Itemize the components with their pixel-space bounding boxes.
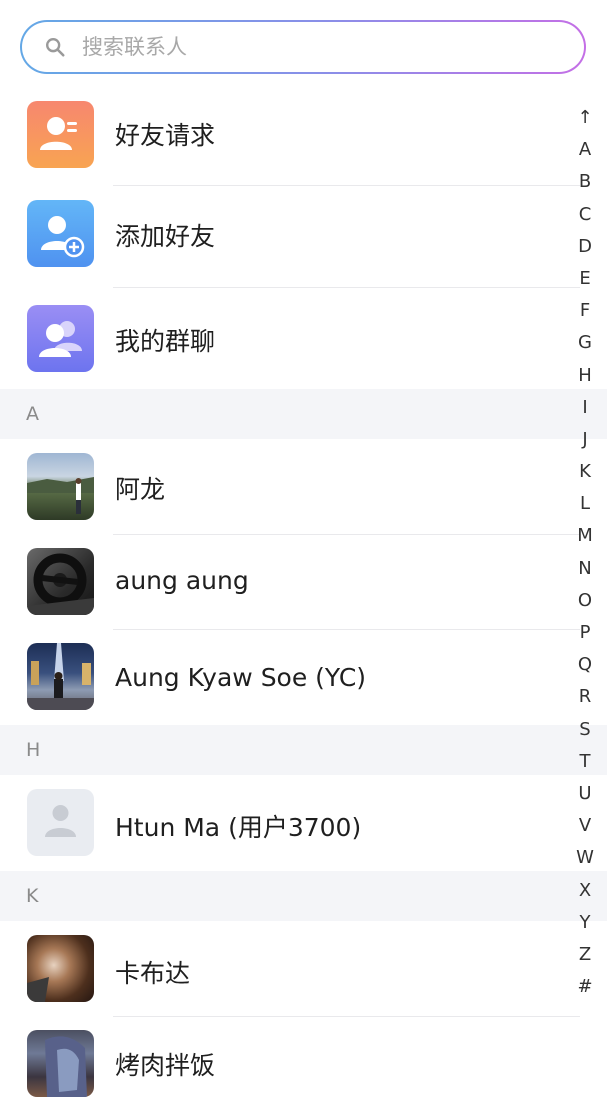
index-letter[interactable]: U <box>566 778 604 810</box>
divider <box>113 629 580 630</box>
index-letter[interactable]: F <box>566 295 604 327</box>
search-input[interactable] <box>82 35 522 59</box>
contact-avatar <box>27 935 94 1002</box>
index-letter[interactable]: K <box>566 456 604 488</box>
index-letter[interactable]: A <box>566 134 604 166</box>
contact-row[interactable]: Htun Ma (用户3700) <box>0 776 607 870</box>
index-letter[interactable]: M <box>566 520 604 552</box>
contact-row[interactable]: aung aung <box>0 537 607 627</box>
group-chat-row[interactable]: 我的群聊 <box>0 298 607 378</box>
section-header-a: A <box>0 389 607 439</box>
index-letter[interactable]: R <box>566 681 604 713</box>
contact-name: 烤肉拌饭 <box>115 1051 216 1080</box>
search-bar[interactable] <box>20 20 586 74</box>
index-letter[interactable]: G <box>566 327 604 359</box>
index-letter[interactable]: J <box>566 424 604 456</box>
contact-avatar <box>27 643 94 710</box>
index-letter[interactable]: S <box>566 714 604 746</box>
contact-name: 卡布达 <box>115 959 191 988</box>
search-box[interactable] <box>22 22 584 72</box>
index-letter[interactable]: H <box>566 360 604 392</box>
divider <box>113 534 580 535</box>
divider <box>113 287 580 288</box>
contact-row[interactable]: 卡布达 <box>0 922 607 1014</box>
index-letter[interactable]: E <box>566 263 604 295</box>
index-letter[interactable]: V <box>566 810 604 842</box>
index-letter[interactable]: Y <box>566 907 604 939</box>
index-letter[interactable]: D <box>566 231 604 263</box>
contact-name: Aung Kyaw Soe (YC) <box>115 663 367 692</box>
contact-avatar <box>27 548 94 615</box>
contact-avatar <box>27 453 94 520</box>
add-friend-label: 添加好友 <box>115 222 216 251</box>
alphabet-index-bar[interactable]: ↑ A B C D E F G H I J K L M N O P Q R S T U V W X Y Z # <box>566 102 604 1003</box>
index-letter[interactable]: X <box>566 875 604 907</box>
section-letter: K <box>26 885 39 907</box>
group-chat-label: 我的群聊 <box>115 327 216 356</box>
friend-request-row[interactable]: 好友请求 <box>0 96 607 176</box>
section-header-k: K <box>0 871 607 921</box>
divider <box>113 185 580 186</box>
index-letter[interactable]: O <box>566 585 604 617</box>
index-letter[interactable]: # <box>566 971 604 1003</box>
index-letter[interactable]: T <box>566 746 604 778</box>
contact-name: 阿龙 <box>115 475 166 504</box>
index-letter[interactable]: Q <box>566 649 604 681</box>
index-letter[interactable]: Z <box>566 939 604 971</box>
contact-name: Htun Ma (用户3700) <box>115 813 362 842</box>
index-letter[interactable]: C <box>566 199 604 231</box>
section-letter: A <box>26 403 39 425</box>
index-letter[interactable]: B <box>566 166 604 198</box>
divider <box>113 1016 580 1017</box>
section-header-h: H <box>0 725 607 775</box>
add-friend-icon <box>27 200 94 267</box>
contact-name: aung aung <box>115 566 249 595</box>
add-friend-row[interactable]: 添加好友 <box>0 196 607 276</box>
group-chat-icon <box>27 305 94 372</box>
contact-row[interactable]: 阿龙 <box>0 440 607 530</box>
index-letter[interactable]: W <box>566 842 604 874</box>
index-scroll-top[interactable]: ↑ <box>566 102 604 134</box>
index-letter[interactable]: I <box>566 392 604 424</box>
search-icon <box>46 38 65 57</box>
default-avatar-icon <box>27 789 94 856</box>
contact-row[interactable]: 烤肉拌饭 <box>0 1019 607 1097</box>
friend-request-icon <box>27 101 94 168</box>
index-letter[interactable]: L <box>566 488 604 520</box>
section-letter: H <box>26 739 41 761</box>
index-letter[interactable]: P <box>566 617 604 649</box>
friend-request-label: 好友请求 <box>115 121 216 150</box>
index-letter[interactable]: N <box>566 553 604 585</box>
contact-avatar <box>27 1030 94 1097</box>
contact-row[interactable]: Aung Kyaw Soe (YC) <box>0 632 607 722</box>
